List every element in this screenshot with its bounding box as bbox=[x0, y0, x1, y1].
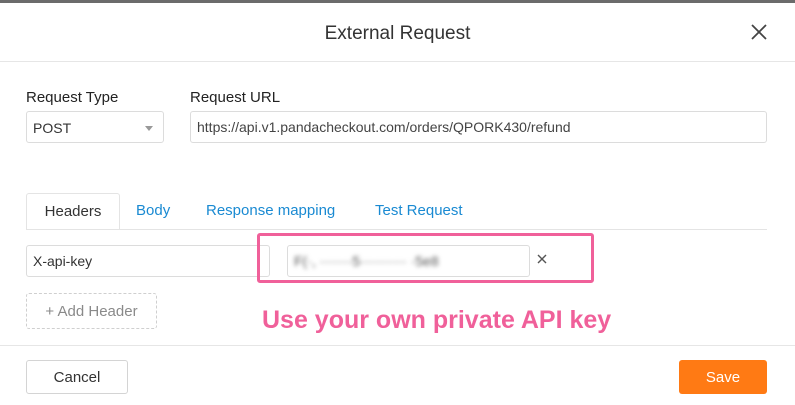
header-value-obscured: F(·, ·······5·········· ·5e8 bbox=[294, 253, 439, 269]
remove-header-icon[interactable] bbox=[535, 252, 549, 266]
close-icon[interactable] bbox=[748, 21, 770, 43]
tab-body[interactable]: Body bbox=[136, 193, 170, 230]
tab-test-request[interactable]: Test Request bbox=[375, 193, 463, 230]
add-header-button[interactable]: + Add Header bbox=[26, 293, 157, 329]
request-url-label: Request URL bbox=[190, 89, 281, 106]
request-type-value: POST bbox=[33, 120, 72, 136]
cancel-button[interactable]: Cancel bbox=[26, 360, 128, 394]
footer-divider bbox=[0, 345, 795, 346]
chevron-down-icon bbox=[145, 126, 153, 131]
tab-response-mapping[interactable]: Response mapping bbox=[206, 193, 335, 230]
annotation-text: Use your own private API key bbox=[262, 306, 612, 334]
request-type-label: Request Type bbox=[26, 89, 119, 106]
tabs-divider bbox=[26, 229, 767, 230]
save-button[interactable]: Save bbox=[679, 360, 767, 394]
modal-title: External Request bbox=[324, 23, 471, 44]
request-url-input[interactable] bbox=[190, 111, 767, 143]
modal-header: External Request bbox=[0, 3, 795, 62]
header-key-input[interactable] bbox=[26, 245, 270, 277]
request-type-select[interactable]: POST bbox=[26, 111, 164, 143]
tab-headers[interactable]: Headers bbox=[26, 193, 120, 230]
header-value-input[interactable]: F(·, ·······5·········· ·5e8 bbox=[287, 245, 530, 277]
